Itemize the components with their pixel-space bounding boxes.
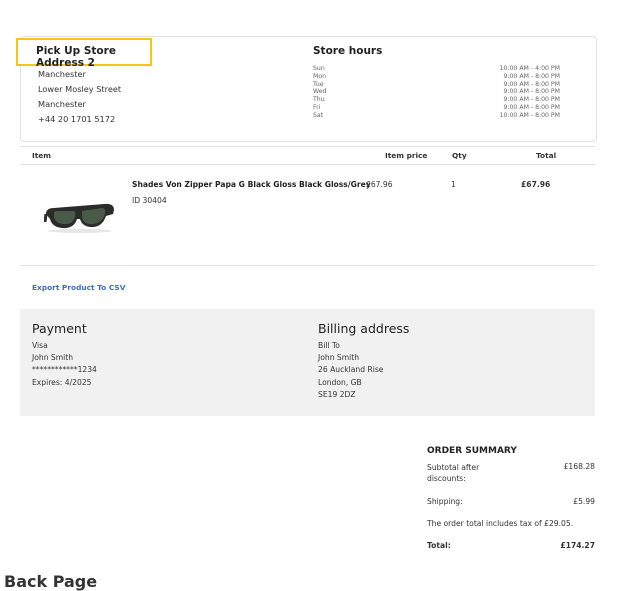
total-label: Total: — [427, 541, 451, 550]
item-total: £67.96 — [521, 180, 551, 189]
tax-note: The order total includes tax of £29.05. — [427, 519, 574, 528]
payment-card-expiry: Expires: 4/2025 — [32, 377, 92, 387]
table-divider — [20, 265, 595, 266]
product-image[interactable] — [44, 200, 116, 234]
hours-day: Thu — [313, 96, 325, 104]
payment-title: Payment — [32, 321, 87, 336]
payment-card-number: ************1234 — [32, 365, 97, 375]
payment-card-holder: John Smith — [32, 353, 74, 363]
column-header-total: Total — [536, 151, 557, 160]
column-header-item: Item — [32, 151, 51, 160]
payment-billing-panel — [20, 309, 595, 416]
store-hours-title: Store hours — [313, 45, 383, 57]
subtotal-label-line: discounts: — [427, 474, 466, 483]
billing-line: John Smith — [318, 353, 360, 363]
hours-day: Fri — [313, 103, 321, 111]
hours-time: 9:00 AM - 8:00 PM — [503, 88, 560, 96]
item-price: £67.96 — [366, 180, 393, 189]
store-hours-days: Sun Mon Tue Wed Thu Fri Sat — [313, 65, 327, 120]
order-summary-title: ORDER SUMMARY — [427, 446, 517, 456]
item-qty: 1 — [451, 180, 456, 189]
payment-card-type: Visa — [32, 341, 48, 350]
hours-day: Wed — [313, 88, 327, 96]
store-hours-times: 10:00 AM - 4:00 PM 9:00 AM - 8:00 PM 9:0… — [420, 65, 560, 120]
store-phone: +44 20 1701 5172 — [38, 114, 116, 124]
payment-details: Visa John Smith ************1234 Expires… — [32, 340, 97, 389]
store-title: Pick Up Store Address 2 — [16, 38, 152, 69]
billing-title: Billing address — [318, 321, 410, 336]
store-address-line: Manchester — [38, 99, 86, 109]
subtotal-label-line: Subtotal after — [427, 463, 480, 472]
subtotal-label: Subtotal after discounts: — [427, 462, 479, 484]
hours-time: 9:00 AM - 8:00 PM — [503, 72, 560, 80]
billing-line: SE19 2DZ — [318, 389, 356, 399]
column-header-qty: Qty — [452, 151, 467, 160]
hours-time: 10:00 AM - 8:00 PM — [499, 111, 560, 119]
store-address: Manchester Lower Mosley Street Mancheste… — [38, 67, 121, 127]
back-page-heading: Back Page — [4, 572, 98, 591]
billing-line: Bill To — [318, 341, 340, 350]
product-name[interactable]: Shades Von Zipper Papa G Black Gloss Bla… — [132, 180, 371, 189]
hours-day: Sun — [313, 65, 325, 72]
hours-time: 9:00 AM - 8:00 PM — [503, 103, 560, 111]
hours-day: Sat — [313, 111, 324, 119]
table-divider — [20, 146, 595, 147]
column-header-price: Item price — [385, 151, 428, 160]
hours-time: 10:00 AM - 4:00 PM — [499, 65, 560, 72]
hours-time: 9:00 AM - 8:00 PM — [503, 96, 560, 104]
hours-day: Mon — [313, 72, 327, 80]
export-csv-link[interactable]: Export Product To CSV — [32, 283, 125, 292]
shipping-label: Shipping: — [427, 497, 463, 506]
total-value: £174.27 — [560, 541, 595, 550]
subtotal-value: £168.28 — [563, 462, 595, 471]
hours-day: Tue — [313, 80, 324, 88]
billing-line: London, GB — [318, 377, 362, 387]
billing-line: 26 Auckland Rise — [318, 365, 384, 375]
store-address-line: Manchester — [38, 69, 86, 79]
hours-time: 9:00 AM - 8:00 PM — [503, 80, 560, 88]
store-address-line: Lower Mosley Street — [38, 84, 122, 94]
product-id: ID 30404 — [132, 196, 167, 205]
shipping-value: £5.99 — [573, 497, 595, 506]
billing-details: Bill To John Smith 26 Auckland Rise Lond… — [318, 340, 383, 401]
